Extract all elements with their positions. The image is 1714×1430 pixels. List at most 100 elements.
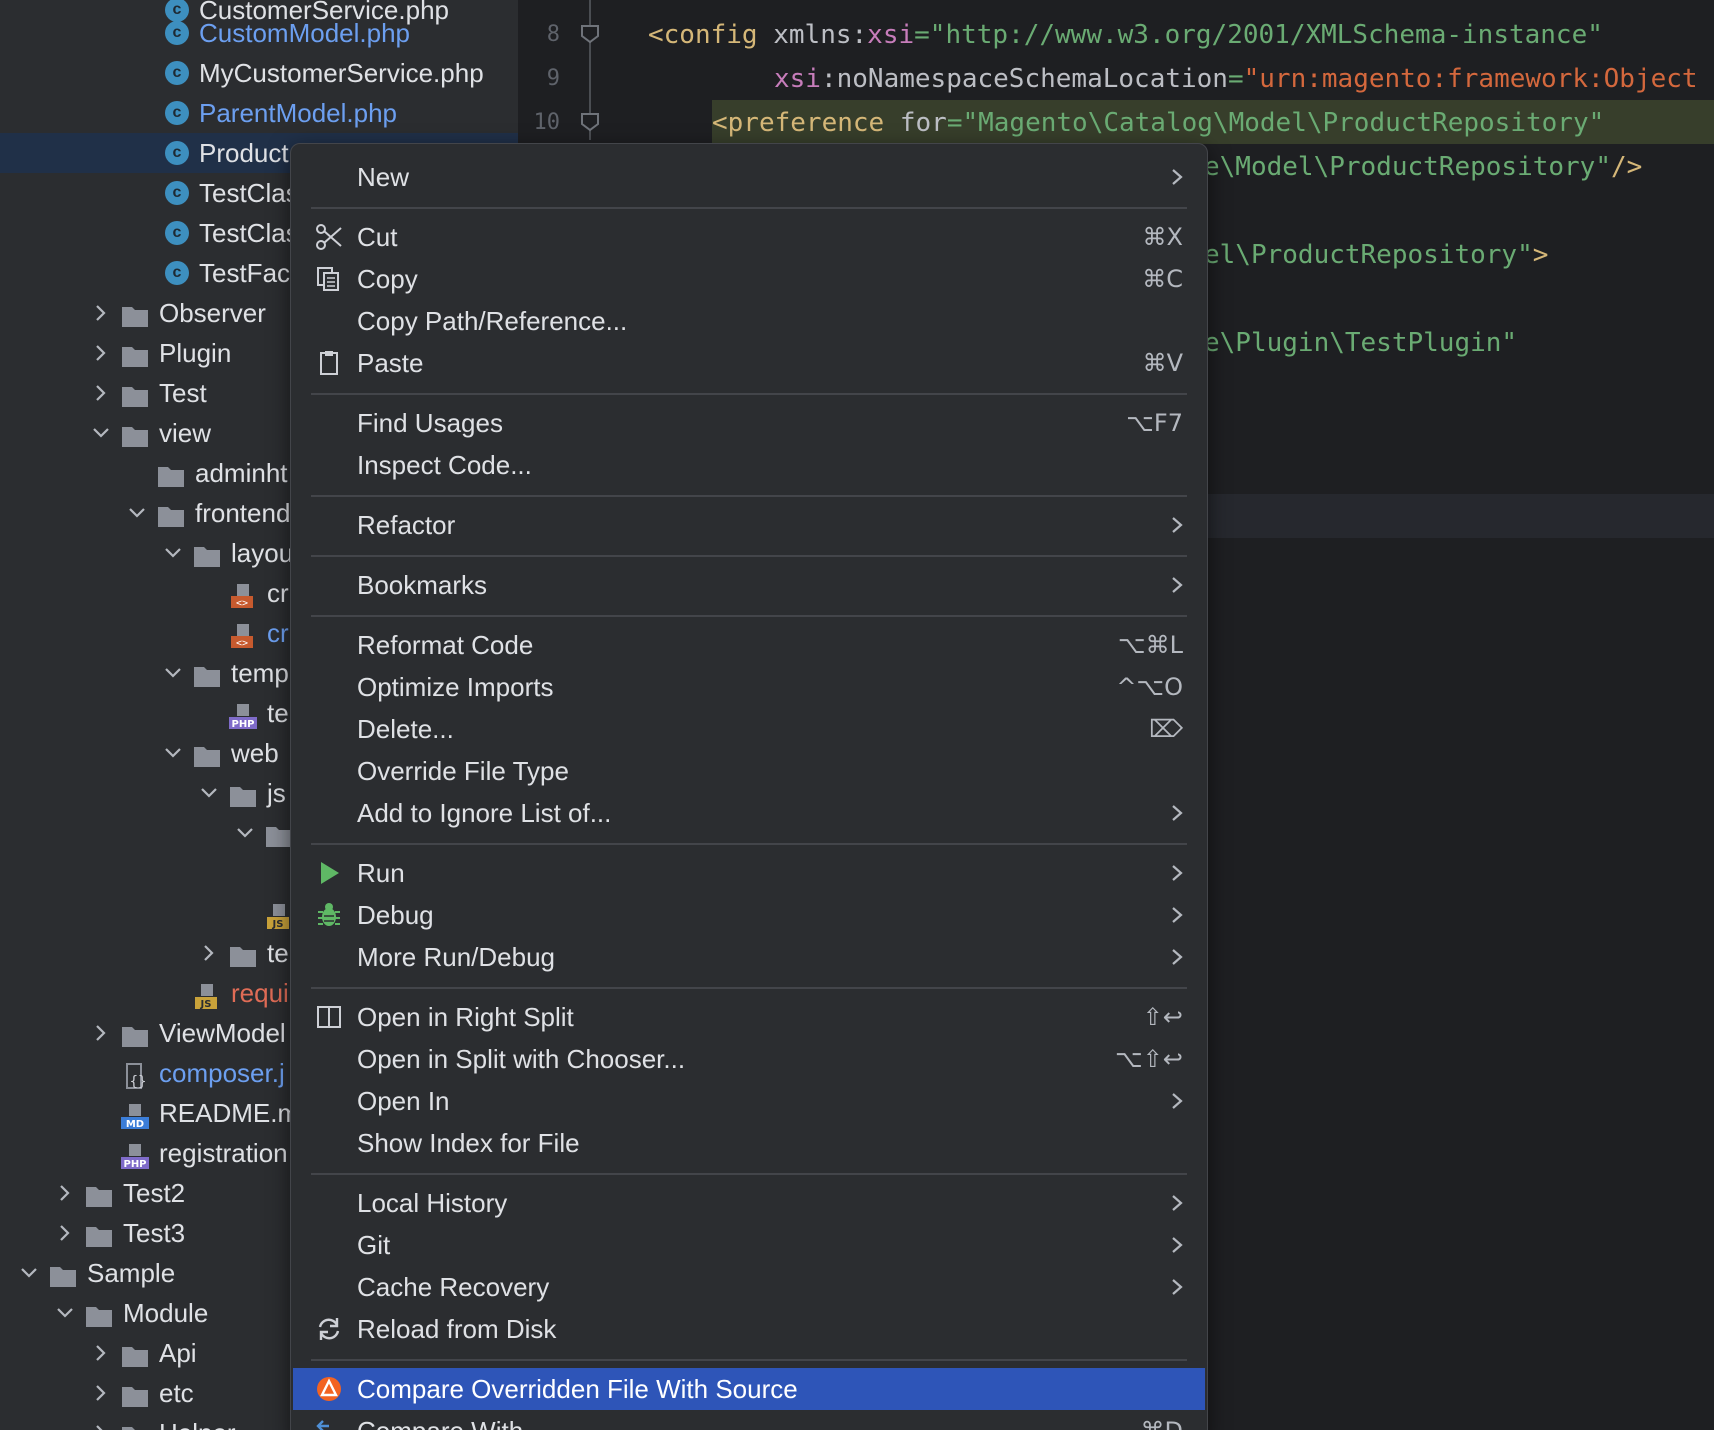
tree-item-label: CustomModel.php xyxy=(199,18,410,48)
code-string: e\Plugin\TestPlugin" xyxy=(1204,328,1518,358)
line-number-10: 10 xyxy=(533,110,561,135)
folder-icon xyxy=(193,660,221,687)
chevron-right-icon[interactable] xyxy=(53,1173,77,1213)
class-icon: c xyxy=(165,141,189,165)
chevron-down-icon[interactable] xyxy=(89,413,113,453)
code-ns: xsi xyxy=(774,64,821,94)
menu-separator xyxy=(311,615,1187,617)
menu-item-debug[interactable]: Debug xyxy=(291,894,1207,936)
menu-label: Override File Type xyxy=(357,756,569,786)
menu-item-open-in[interactable]: Open In xyxy=(291,1080,1207,1122)
folder-icon xyxy=(121,300,149,327)
menu-item-compare-with[interactable]: Compare With... ⌘D xyxy=(291,1410,1207,1430)
tree-item-label: Product xyxy=(199,138,289,168)
code-eq: = xyxy=(914,20,930,50)
menu-item-add-to-ignore-list[interactable]: Add to Ignore List of... xyxy=(291,792,1207,834)
chevron-down-icon[interactable] xyxy=(161,653,185,693)
menu-item-paste[interactable]: Paste ⌘V xyxy=(291,342,1207,384)
chevron-down-icon[interactable] xyxy=(125,493,149,533)
menu-shortcut: ⇧↩ xyxy=(1142,1003,1183,1031)
menu-item-reformat-code[interactable]: Reformat Code ⌥⌘L xyxy=(291,624,1207,666)
code-attr: xmlns xyxy=(773,20,852,50)
line-number-9: 9 xyxy=(546,66,560,91)
tree-item-label: Module xyxy=(123,1298,209,1328)
chevron-right-icon xyxy=(1172,865,1183,881)
menu-label: Paste xyxy=(357,348,424,378)
menu-item-open-split-chooser[interactable]: Open in Split with Chooser... ⌥⇧↩ xyxy=(291,1038,1207,1080)
menu-item-cut[interactable]: Cut ⌘X xyxy=(291,216,1207,258)
chevron-down-icon[interactable] xyxy=(161,533,185,573)
menu-shortcut: ^⌥O xyxy=(1116,673,1183,701)
menu-item-show-index[interactable]: Show Index for File xyxy=(291,1122,1207,1164)
tree-item-label: Sample xyxy=(87,1258,176,1288)
code-line-10: <preference for="Magento\Catalog\Model\P… xyxy=(712,101,1604,145)
menu-item-refactor[interactable]: Refactor xyxy=(291,504,1207,546)
menu-separator xyxy=(311,495,1187,497)
folder-icon xyxy=(265,820,293,847)
tree-row[interactable]: c CustomModel.php xyxy=(0,13,518,53)
class-icon: c xyxy=(165,101,189,125)
menu-label: Show Index for File xyxy=(357,1128,580,1158)
tree-row[interactable]: c ParentModel.php xyxy=(0,93,518,133)
menu-item-new[interactable]: New xyxy=(291,156,1207,198)
chevron-right-icon[interactable] xyxy=(89,293,113,333)
chevron-right-icon[interactable] xyxy=(89,373,113,413)
menu-item-cache-recovery[interactable]: Cache Recovery xyxy=(291,1266,1207,1308)
menu-item-run[interactable]: Run xyxy=(291,852,1207,894)
folder-icon xyxy=(85,1220,113,1247)
menu-item-override-file-type[interactable]: Override File Type xyxy=(291,750,1207,792)
menu-item-delete[interactable]: Delete... ⌦ xyxy=(291,708,1207,750)
chevron-down-icon[interactable] xyxy=(53,1293,77,1333)
menu-label: Reformat Code xyxy=(357,630,534,660)
chevron-right-icon[interactable] xyxy=(89,1333,113,1373)
chevron-right-icon[interactable] xyxy=(89,1013,113,1053)
menu-item-more-run-debug[interactable]: More Run/Debug xyxy=(291,936,1207,978)
copy-icon xyxy=(317,267,339,291)
menu-item-bookmarks[interactable]: Bookmarks xyxy=(291,564,1207,606)
menu-item-optimize-imports[interactable]: Optimize Imports ^⌥O xyxy=(291,666,1207,708)
folder-icon xyxy=(121,1020,149,1047)
md-file-icon: MD xyxy=(121,1100,149,1130)
menu-shortcut: ⌘C xyxy=(1142,265,1183,293)
menu-item-local-history[interactable]: Local History xyxy=(291,1182,1207,1224)
chevron-down-icon[interactable] xyxy=(17,1253,41,1293)
chevron-down-icon[interactable] xyxy=(197,773,221,813)
json-file-icon: {} xyxy=(121,1060,149,1090)
scissors-icon xyxy=(316,224,342,250)
chevron-down-icon[interactable] xyxy=(161,733,185,773)
fold-markers[interactable] xyxy=(572,0,612,140)
menu-item-reload-from-disk[interactable]: Reload from Disk xyxy=(291,1308,1207,1350)
tree-item-label: temp xyxy=(231,658,289,688)
svg-text:PHP: PHP xyxy=(231,719,254,729)
chevron-right-icon[interactable] xyxy=(89,333,113,373)
code-eq: = xyxy=(946,108,963,138)
menu-label: Compare Overridden File With Source xyxy=(357,1374,798,1404)
menu-item-inspect-code[interactable]: Inspect Code... xyxy=(291,444,1207,486)
menu-item-open-right-split[interactable]: Open in Right Split ⇧↩ xyxy=(291,996,1207,1038)
menu-label: Bookmarks xyxy=(357,570,488,600)
tree-item-label: Api xyxy=(159,1338,197,1368)
line-number-8: 8 xyxy=(546,22,560,47)
chevron-down-icon[interactable] xyxy=(233,813,257,853)
folder-icon xyxy=(157,500,185,527)
tree-item-label: ViewModel xyxy=(159,1018,286,1048)
code-string: "urn:magento:framework:Object xyxy=(1243,64,1698,94)
chevron-right-icon[interactable] xyxy=(89,1373,113,1413)
menu-item-find-usages[interactable]: Find Usages ⌥F7 xyxy=(291,402,1207,444)
svg-text:<>: <> xyxy=(236,638,248,649)
menu-item-copy[interactable]: Copy ⌘C xyxy=(291,258,1207,300)
php-file-icon: PHP xyxy=(229,700,257,730)
reload-icon xyxy=(318,1318,340,1340)
chevron-right-icon[interactable] xyxy=(197,933,221,973)
menu-label: Reload from Disk xyxy=(357,1314,557,1344)
tree-item-label: README.m xyxy=(159,1098,300,1128)
menu-item-copy-path[interactable]: Copy Path/Reference... xyxy=(291,300,1207,342)
tree-item-label: Test2 xyxy=(123,1178,186,1208)
chevron-right-icon[interactable] xyxy=(89,1413,113,1430)
menu-item-git[interactable]: Git xyxy=(291,1224,1207,1266)
chevron-right-icon[interactable] xyxy=(53,1213,77,1253)
tree-row[interactable]: c MyCustomerService.php xyxy=(0,53,518,93)
menu-label: Copy xyxy=(357,264,418,294)
menu-item-compare-overridden[interactable]: Compare Overridden File With Source xyxy=(293,1368,1205,1410)
